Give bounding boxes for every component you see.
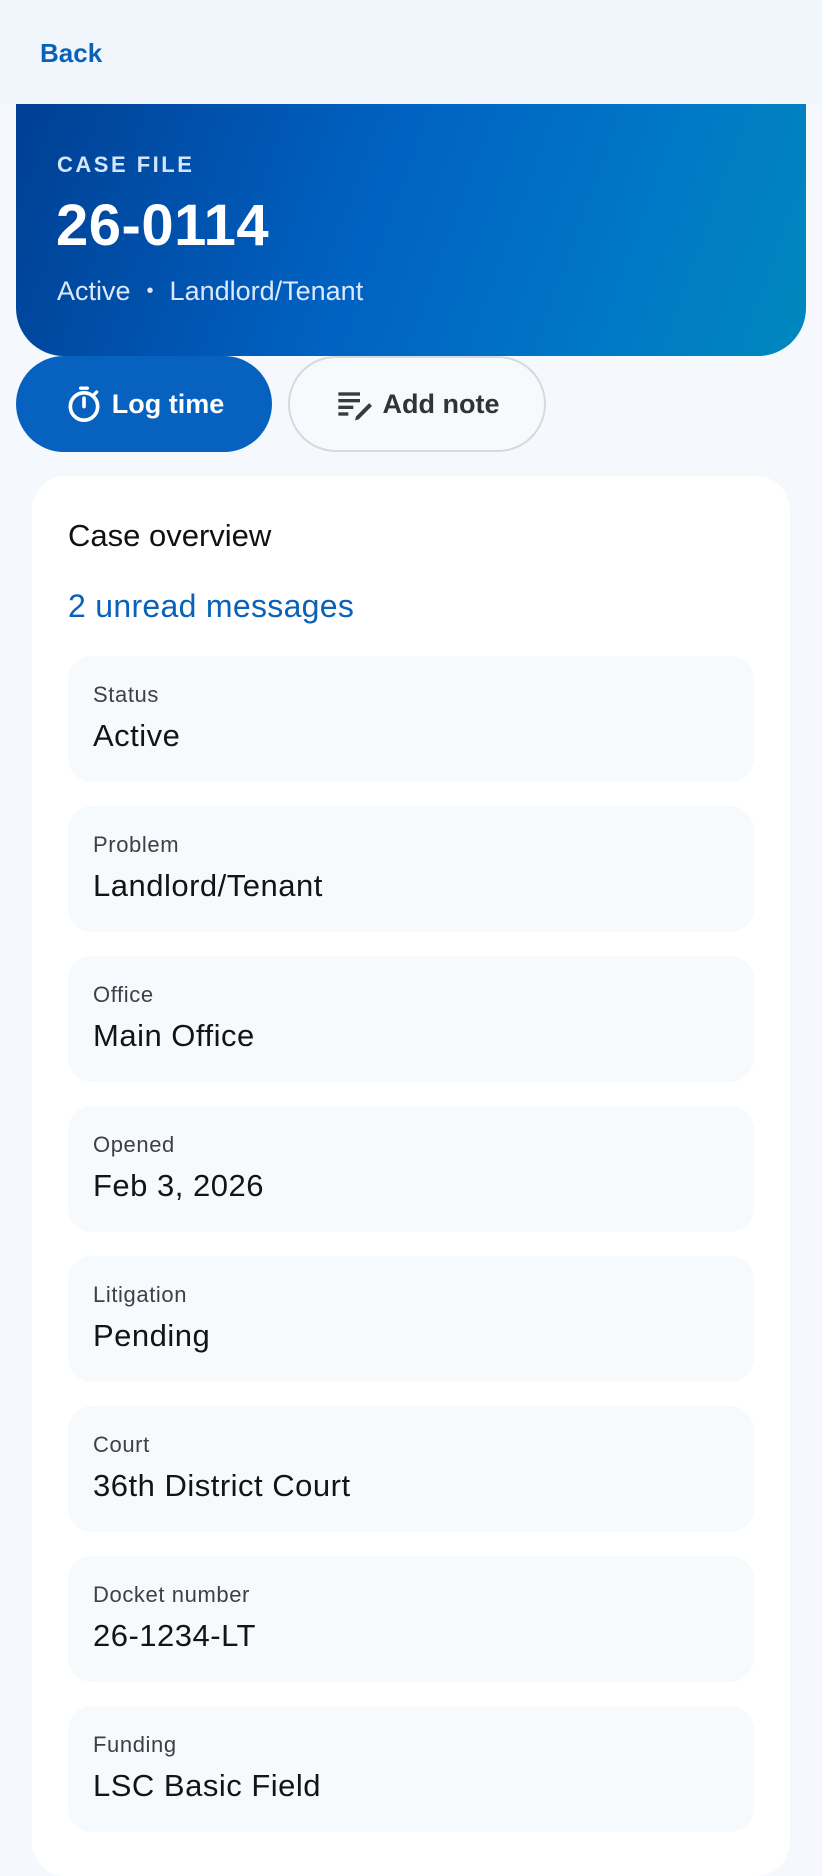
- field-value: Landlord/Tenant: [93, 868, 323, 903]
- action-row: Log time Add note: [16, 356, 546, 452]
- field-funding: Funding LSC Basic Field: [68, 1706, 754, 1832]
- add-note-label: Add note: [382, 388, 500, 419]
- field-docket-number: Docket number 26-1234-LT: [68, 1556, 754, 1682]
- case-meta: Active • Landlord/Tenant: [57, 276, 363, 307]
- case-overview-card: Case overview 2 unread messages Status A…: [32, 476, 790, 1876]
- card-title: Case overview: [68, 518, 272, 553]
- field-problem: Problem Landlord/Tenant: [68, 806, 754, 932]
- case-problem: Landlord/Tenant: [169, 276, 364, 306]
- case-file-eyebrow: CASE FILE: [57, 152, 195, 177]
- field-label: Status: [93, 682, 159, 707]
- unread-messages-link[interactable]: 2 unread messages: [68, 588, 354, 625]
- field-office: Office Main Office: [68, 956, 754, 1082]
- field-label: Problem: [93, 832, 180, 857]
- log-time-label: Log time: [111, 388, 225, 419]
- field-value: Main Office: [93, 1018, 255, 1053]
- case-number: 26-0114: [56, 193, 270, 258]
- back-link[interactable]: Back: [40, 38, 102, 69]
- field-label: Litigation: [93, 1282, 188, 1307]
- meta-separator: •: [146, 280, 154, 302]
- field-label: Opened: [93, 1132, 175, 1157]
- log-time-button[interactable]: Log time: [16, 356, 272, 452]
- field-value: Feb 3, 2026: [93, 1168, 264, 1203]
- field-value: LSC Basic Field: [93, 1768, 322, 1803]
- field-value: Pending: [93, 1318, 211, 1353]
- top-bar: Back: [0, 0, 822, 104]
- timer-icon: [64, 384, 104, 424]
- field-litigation: Litigation Pending: [68, 1256, 754, 1382]
- field-label: Docket number: [93, 1582, 250, 1607]
- field-label: Court: [93, 1432, 150, 1457]
- field-opened: Opened Feb 3, 2026: [68, 1106, 754, 1232]
- add-note-button[interactable]: Add note: [288, 356, 546, 452]
- case-header: CASE FILE 26-0114 Active • Landlord/Tena…: [16, 104, 806, 356]
- field-value: Active: [93, 718, 181, 753]
- case-status: Active: [57, 276, 131, 306]
- field-value: 26-1234-LT: [93, 1618, 256, 1653]
- field-list: Status Active Problem Landlord/Tenant Of…: [68, 656, 754, 1856]
- field-value: 36th District Court: [93, 1468, 351, 1503]
- field-label: Funding: [93, 1732, 177, 1757]
- field-court: Court 36th District Court: [68, 1406, 754, 1532]
- field-status: Status Active: [68, 656, 754, 782]
- field-label: Office: [93, 982, 154, 1007]
- edit-note-icon: [335, 384, 375, 424]
